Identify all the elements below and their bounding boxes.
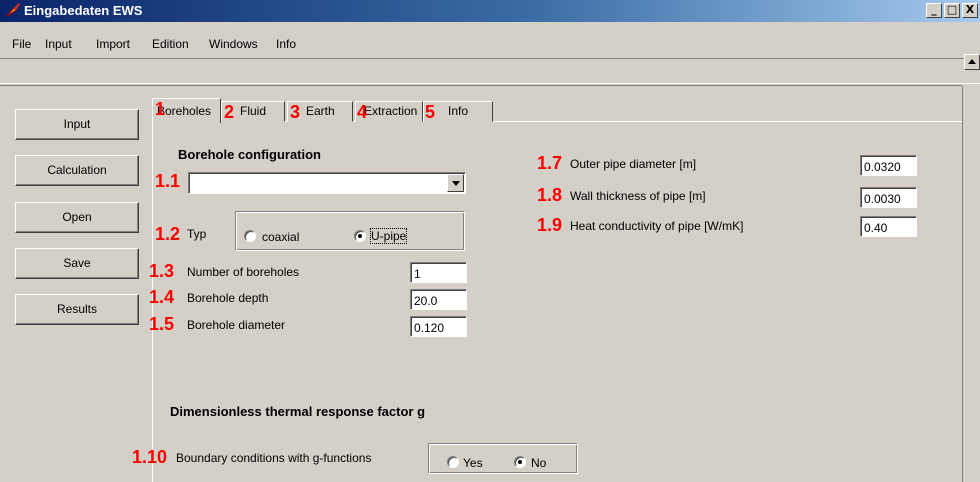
maximize-button[interactable]: □ [944,3,960,18]
radio-u-pipe[interactable] [354,230,366,242]
marker-1-10: 1.10 [132,447,168,467]
tab-label: Info [448,104,469,118]
marker-2: 2 [224,102,235,122]
menu-file[interactable]: File [12,37,31,51]
scroll-up-button[interactable] [964,54,980,70]
radio-no[interactable] [514,456,526,468]
divider [0,85,962,86]
app-icon [6,3,20,17]
input-button[interactable]: Input [15,109,139,140]
marker-1-2: 1.2 [155,224,181,244]
marker-1-8: 1.8 [537,185,563,205]
radio-yes[interactable] [447,456,459,468]
outer-pipe-diameter-input[interactable] [860,155,917,176]
toolbar-strip [0,58,980,84]
marker-4: 4 [357,102,368,122]
menu-windows[interactable]: Windows [209,37,258,51]
g-factor-title: Dimensionless thermal response factor g [170,404,426,419]
marker-1-3: 1.3 [149,261,175,281]
marker-3: 3 [290,102,301,122]
marker-5: 5 [425,102,436,122]
window-title: Eingabedaten EWS [24,3,143,18]
outer-pipe-diameter-label: Outer pipe diameter [m] [570,157,697,171]
radio-no-label[interactable]: No [531,456,546,470]
title-bar: Eingabedaten EWS _ □ X [0,0,980,22]
wall-thickness-label: Wall thickness of pipe [m] [570,189,706,203]
results-button[interactable]: Results [15,294,139,325]
borehole-depth-input[interactable] [410,289,467,310]
close-button[interactable]: X [962,3,978,18]
open-button[interactable]: Open [15,202,139,233]
tab-label: Extraction [364,104,418,118]
tab-label: Fluid [240,104,267,118]
tab-label: Earth [306,104,335,118]
borehole-config-title: Borehole configuration [178,147,321,162]
boreholes-count-label: Number of boreholes [187,265,300,279]
tab-label: Boreholes [157,104,212,118]
save-button[interactable]: Save [15,248,139,279]
divider [962,86,963,482]
marker-1-9: 1.9 [537,215,563,235]
radio-u-pipe-label[interactable]: U-pipe [369,228,408,244]
radio-coaxial[interactable] [244,230,256,242]
heat-conductivity-input[interactable] [860,216,917,237]
menu-input[interactable]: Input [45,37,72,51]
borehole-diameter-input[interactable] [410,316,467,337]
borehole-config-select[interactable] [188,172,466,194]
minimize-button[interactable]: _ [926,3,942,18]
marker-1: 1 [155,99,166,119]
heat-conductivity-label: Heat conductivity of pipe [W/mK] [570,219,744,233]
menu-info[interactable]: Info [276,37,296,51]
menu-import[interactable]: Import [96,37,130,51]
calculation-button[interactable]: Calculation [15,155,139,186]
chevron-down-icon[interactable] [447,174,464,192]
menu-edition[interactable]: Edition [152,37,189,51]
boreholes-count-input[interactable] [410,262,467,283]
marker-1-7: 1.7 [537,153,563,173]
marker-1-5: 1.5 [149,314,175,334]
borehole-diameter-label: Borehole diameter [187,318,286,332]
menu-bar: File Input Import Edition Windows Info [0,33,980,53]
boundary-conditions-label: Boundary conditions with g-functions [176,451,372,465]
marker-1-1: 1.1 [155,171,181,191]
radio-yes-label[interactable]: Yes [463,456,483,470]
typ-label: Typ [187,227,207,241]
borehole-depth-label: Borehole depth [187,291,269,305]
radio-coaxial-label[interactable]: coaxial [262,230,299,244]
wall-thickness-input[interactable] [860,187,917,208]
marker-1-4: 1.4 [149,287,175,307]
